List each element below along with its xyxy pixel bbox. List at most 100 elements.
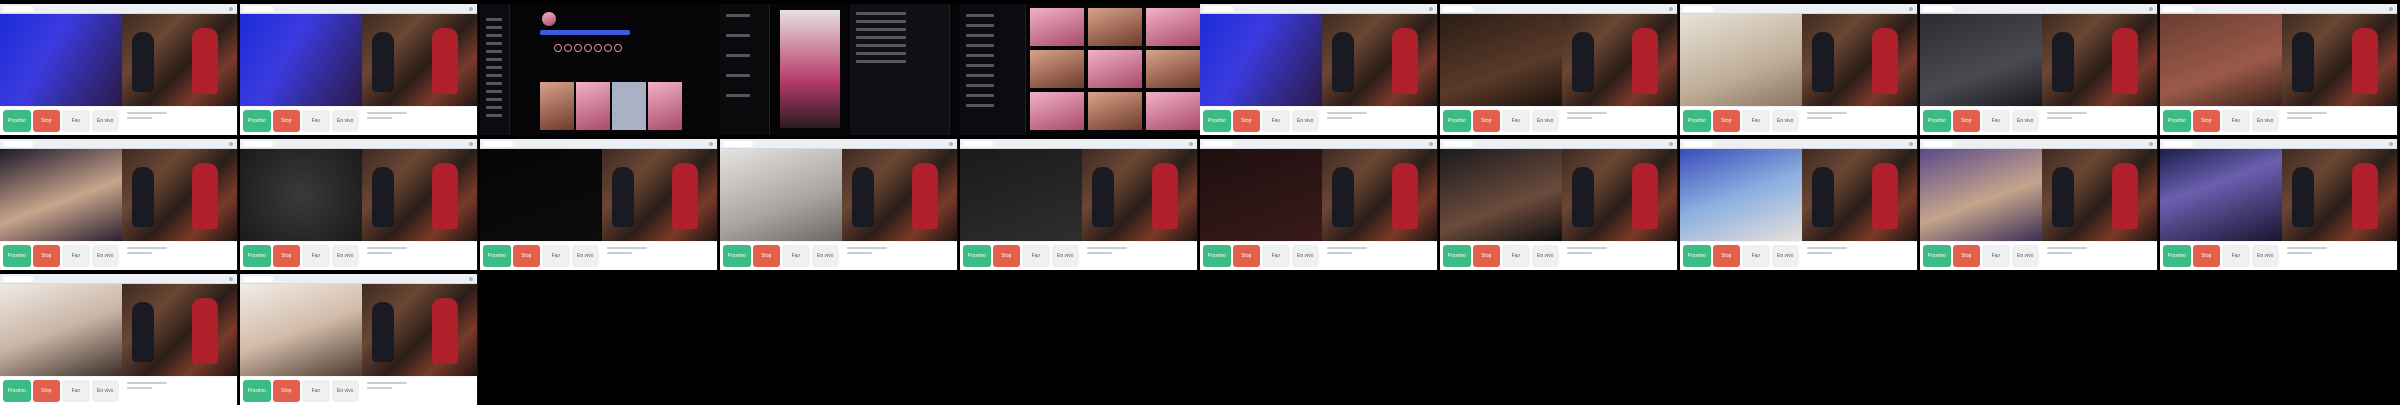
live-button[interactable]: En vivo xyxy=(1291,245,1319,267)
live-button[interactable]: En vivo xyxy=(331,380,359,402)
next-button[interactable]: Proximo xyxy=(483,245,511,267)
browser-tab[interactable] xyxy=(243,141,273,147)
browser-tab[interactable] xyxy=(2163,141,2193,147)
explore-thumbnail[interactable] xyxy=(1088,50,1142,88)
story-highlight[interactable] xyxy=(594,44,602,52)
browser-tab[interactable] xyxy=(3,6,33,12)
explore-thumbnail[interactable] xyxy=(1030,8,1084,46)
story-highlight[interactable] xyxy=(584,44,592,52)
browser-tab[interactable] xyxy=(1203,141,1233,147)
live-button[interactable]: En vivo xyxy=(2251,245,2279,267)
fav-button[interactable]: Fav xyxy=(62,110,90,132)
post-thumbnail[interactable] xyxy=(576,82,610,130)
live-button[interactable]: En vivo xyxy=(91,110,119,132)
stop-button[interactable]: Stop xyxy=(32,110,60,132)
browser-tab[interactable] xyxy=(3,141,33,147)
stop-button[interactable]: Stop xyxy=(1952,245,1980,267)
sidebar-item[interactable] xyxy=(486,114,502,117)
stop-button[interactable]: Stop xyxy=(272,245,300,267)
sidebar-item[interactable] xyxy=(966,44,994,47)
stop-button[interactable]: Stop xyxy=(512,245,540,267)
browser-tab[interactable] xyxy=(3,276,33,282)
stop-button[interactable]: Stop xyxy=(1952,110,1980,132)
browser-tab[interactable] xyxy=(243,276,273,282)
fav-button[interactable]: Fav xyxy=(542,245,570,267)
fav-button[interactable]: Fav xyxy=(302,110,330,132)
story-highlight[interactable] xyxy=(564,44,572,52)
next-button[interactable]: Proximo xyxy=(2163,110,2191,132)
next-button[interactable]: Proximo xyxy=(3,245,31,267)
sidebar-item[interactable] xyxy=(486,26,502,29)
live-button[interactable]: En vivo xyxy=(1291,110,1319,132)
next-button[interactable]: Proximo xyxy=(1203,110,1231,132)
browser-tab[interactable] xyxy=(1683,141,1713,147)
stop-button[interactable]: Stop xyxy=(1472,245,1500,267)
browser-tab[interactable] xyxy=(1203,6,1233,12)
next-button[interactable]: Proximo xyxy=(1923,245,1951,267)
stop-button[interactable]: Stop xyxy=(32,380,60,402)
stop-button[interactable]: Stop xyxy=(272,110,300,132)
stop-button[interactable]: Stop xyxy=(1712,245,1740,267)
browser-tab[interactable] xyxy=(243,6,273,12)
browser-tab[interactable] xyxy=(1923,141,1953,147)
next-button[interactable]: Proximo xyxy=(2163,245,2191,267)
browser-tab[interactable] xyxy=(483,141,513,147)
live-button[interactable]: En vivo xyxy=(91,245,119,267)
live-button[interactable]: En vivo xyxy=(331,110,359,132)
sidebar-item[interactable] xyxy=(486,74,502,77)
live-button[interactable]: En vivo xyxy=(1771,110,1799,132)
sidebar-item[interactable] xyxy=(966,84,994,87)
sidebar-item[interactable] xyxy=(486,66,502,69)
sidebar-item[interactable] xyxy=(486,50,502,53)
fav-button[interactable]: Fav xyxy=(62,380,90,402)
next-button[interactable]: Proximo xyxy=(1923,110,1951,132)
live-button[interactable]: En vivo xyxy=(1051,245,1079,267)
live-button[interactable]: En vivo xyxy=(2011,110,2039,132)
explore-thumbnail[interactable] xyxy=(1088,8,1142,46)
fav-button[interactable]: Fav xyxy=(2222,110,2250,132)
next-button[interactable]: Proximo xyxy=(1683,110,1711,132)
fav-button[interactable]: Fav xyxy=(1982,245,2010,267)
stop-button[interactable]: Stop xyxy=(992,245,1020,267)
post-thumbnail[interactable] xyxy=(540,82,574,130)
fav-button[interactable]: Fav xyxy=(2222,245,2250,267)
explore-thumbnail[interactable] xyxy=(1146,8,1200,46)
fav-button[interactable]: Fav xyxy=(1262,110,1290,132)
sidebar-item[interactable] xyxy=(486,42,502,45)
story-highlight[interactable] xyxy=(554,44,562,52)
sidebar-item[interactable] xyxy=(966,54,994,57)
live-button[interactable]: En vivo xyxy=(1531,110,1559,132)
sidebar-item[interactable] xyxy=(486,18,502,21)
next-button[interactable]: Proximo xyxy=(243,245,271,267)
message-item[interactable] xyxy=(726,14,750,17)
story-highlight[interactable] xyxy=(604,44,612,52)
live-button[interactable]: En vivo xyxy=(811,245,839,267)
next-button[interactable]: Proximo xyxy=(963,245,991,267)
sidebar-item[interactable] xyxy=(966,64,994,67)
next-button[interactable]: Proximo xyxy=(1443,245,1471,267)
story-viewer[interactable] xyxy=(780,10,840,128)
sidebar-item[interactable] xyxy=(966,94,994,97)
browser-tab[interactable] xyxy=(2163,6,2193,12)
sidebar-item[interactable] xyxy=(966,104,994,107)
sidebar-item[interactable] xyxy=(486,98,502,101)
next-button[interactable]: Proximo xyxy=(723,245,751,267)
explore-thumbnail[interactable] xyxy=(1146,50,1200,88)
message-item[interactable] xyxy=(726,54,750,57)
message-item[interactable] xyxy=(726,94,750,97)
browser-tab[interactable] xyxy=(723,141,753,147)
sidebar-item[interactable] xyxy=(486,106,502,109)
sidebar-item[interactable] xyxy=(486,82,502,85)
avatar[interactable] xyxy=(542,12,556,26)
stop-button[interactable]: Stop xyxy=(2192,110,2220,132)
fav-button[interactable]: Fav xyxy=(62,245,90,267)
fav-button[interactable]: Fav xyxy=(1502,110,1530,132)
next-button[interactable]: Proximo xyxy=(243,110,271,132)
next-button[interactable]: Proximo xyxy=(3,110,31,132)
sidebar-item[interactable] xyxy=(966,24,994,27)
message-item[interactable] xyxy=(726,34,750,37)
post-thumbnail[interactable] xyxy=(612,82,646,130)
live-button[interactable]: En vivo xyxy=(1771,245,1799,267)
sidebar-item[interactable] xyxy=(966,14,994,17)
sidebar-item[interactable] xyxy=(486,34,502,37)
